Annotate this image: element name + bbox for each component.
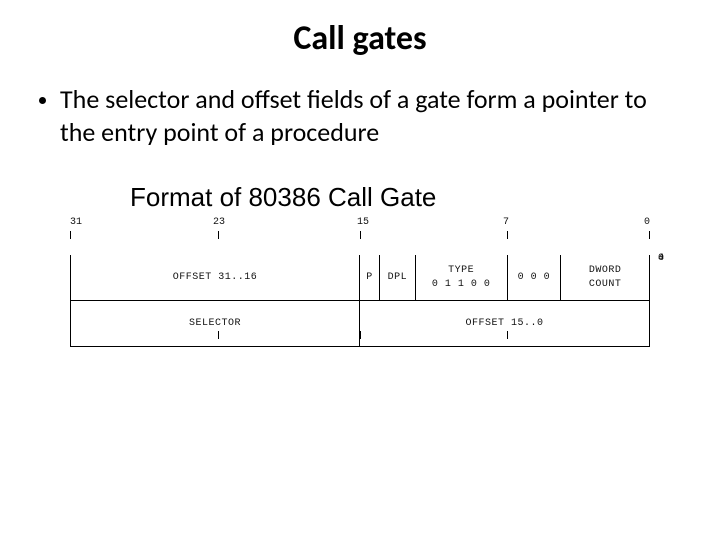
row-label-0: 0: [658, 253, 664, 264]
field-dpl: DPL: [380, 255, 416, 300]
bit-15: 15: [357, 217, 369, 228]
field-dword: DWORD: [589, 264, 622, 278]
field-type-bits: 0 1 1 0 0: [432, 278, 491, 292]
field-count: COUNT: [589, 278, 622, 292]
bit-31: 31: [70, 217, 82, 228]
field-dword-count: DWORD COUNT: [561, 255, 649, 300]
bullet-1: The selector and offset fields of a gate…: [60, 83, 684, 148]
field-p: P: [360, 255, 380, 300]
bit-23: 23: [213, 217, 225, 228]
row-offset-4: OFFSET 31..16 P DPL TYPE 0 1 1 0 0 0 0 0…: [70, 255, 650, 301]
field-type: TYPE 0 1 1 0 0: [416, 255, 508, 300]
field-zeros: 0 0 0: [508, 255, 562, 300]
bit-7: 7: [503, 217, 509, 228]
diagram-caption: Format of 80386 Call Gate: [130, 182, 720, 213]
field-type-label: TYPE: [448, 264, 474, 278]
bottom-ticks: [70, 331, 650, 343]
top-ticks: [70, 231, 650, 243]
bit-0: 0: [644, 217, 650, 228]
field-offset-high: OFFSET 31..16: [71, 255, 360, 300]
call-gate-diagram: 31 23 15 7 0 OFFSET 31..16 P DPL TYPE 0 …: [70, 217, 650, 357]
slide-title: Call gates: [0, 18, 720, 59]
